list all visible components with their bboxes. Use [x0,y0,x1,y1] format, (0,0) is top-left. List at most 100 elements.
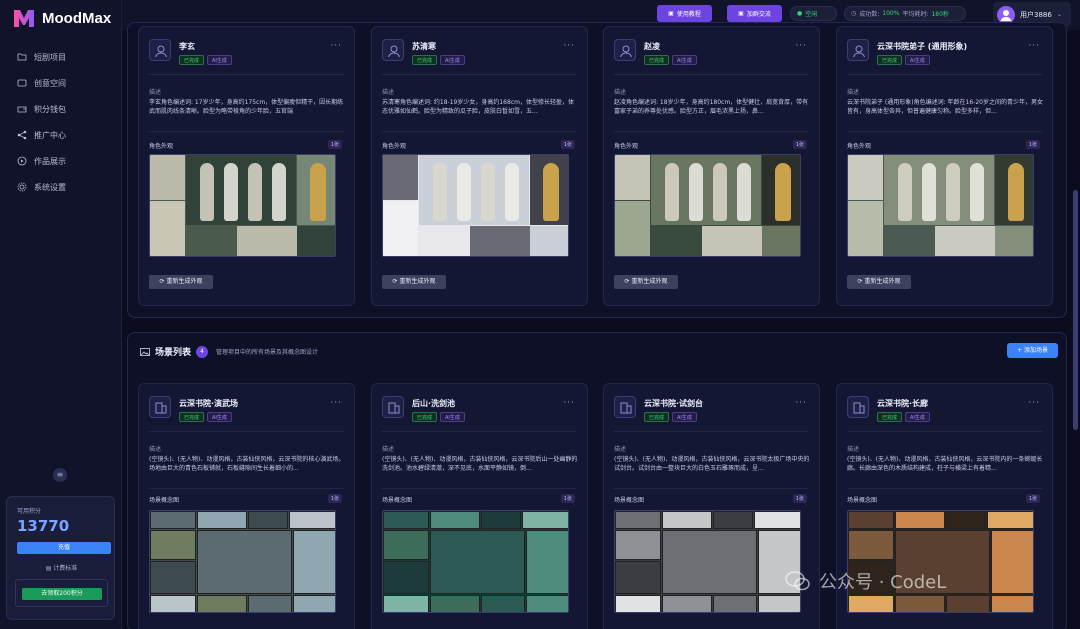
character-card[interactable]: 云深书院弟子 (通用形象) 已完成 AI生成 ··· 描述 云深书院弟子 (通用形象)角色… [836,26,1053,306]
figure-silhouette [775,163,791,221]
sidebar-item-promotion[interactable]: 推广中心 [0,122,122,148]
menu-icon[interactable]: ≡ [53,468,67,482]
more-icon[interactable]: ··· [563,398,575,408]
gear-icon [17,182,27,192]
credits-label: 可用积分 [17,508,42,515]
regenerate-label: 重新生成外观 [399,278,436,285]
pricing-rule-link[interactable]: ▤ 计费标准 [7,563,116,572]
character-sheet-image[interactable] [149,154,336,257]
more-icon[interactable]: ··· [1028,398,1040,408]
more-icon[interactable]: ··· [795,41,807,51]
claim-box: 去领取200积分 [15,579,108,607]
image-count-badge: 1张 [792,140,807,149]
scrollbar[interactable] [1073,190,1078,430]
sidebar-item-label: 创意空间 [34,78,66,88]
figure-silhouette [1008,163,1024,221]
character-sheet-image[interactable] [614,154,801,257]
image-tile [762,226,800,256]
status-label: 空闲 [805,11,818,18]
watermark: 公众号 · CodeL [785,568,946,594]
image-tile [150,201,185,256]
user-icon [382,39,404,61]
character-card[interactable]: 苏清寒 已完成 AI生成 ··· 描述 苏清寒角色编述词: 约18-19岁少女，身高约16… [371,26,588,306]
user-name: 用户3886 [1020,10,1052,19]
description-label: 描述 [382,446,395,453]
sidebar-item-creative[interactable]: 创意空间 [0,70,122,96]
add-scene-button[interactable]: + 添加场景 [1007,343,1058,358]
character-sheet-image[interactable] [847,154,1034,257]
status-tag: 已完成 [877,55,903,65]
more-icon[interactable]: ··· [1028,41,1040,51]
divider [614,488,809,489]
scene-concept-image[interactable] [382,510,569,613]
app-name: MoodMax [42,9,112,27]
credits-panel: 可用积分 13770 充值 ▤ 计费标准 去领取200积分 [6,496,115,620]
figure-silhouette [922,163,936,221]
more-icon[interactable]: ··· [563,41,575,51]
join-group-label: 加群交流 [746,11,771,18]
recharge-button[interactable]: 充值 [17,542,111,554]
image-tile [991,530,1033,594]
book-icon: ▣ [668,10,674,17]
folder-icon [17,53,27,61]
image-tile [430,530,525,594]
divider [614,431,809,432]
figure-silhouette [272,163,286,221]
divider [149,488,344,489]
more-icon[interactable]: ··· [330,398,342,408]
divider [382,488,577,489]
sidebar-item-settings[interactable]: 系统设置 [0,174,122,200]
image-tile [662,530,757,594]
divider [847,488,1042,489]
description-label: 描述 [614,89,627,96]
wallet-icon [17,106,27,113]
character-card[interactable]: 赵凌 已完成 AI生成 ··· 描述 赵凌角色编述词: 18岁少年，身高约180cm，体型… [603,26,820,306]
image-tile [848,511,894,529]
appearance-label: 角色外观 [614,143,639,150]
claim-credits-button[interactable]: 去领取200积分 [22,588,102,600]
regenerate-button[interactable]: ⟳ 重新生成外观 [847,275,911,289]
scene-concept-image[interactable] [614,510,801,613]
sidebar-item-wallet[interactable]: 积分钱包 [0,96,122,122]
status-tag: 已完成 [179,55,205,65]
image-tile [197,530,292,594]
divider [847,74,1042,75]
characters-panel: 李玄 已完成 AI生成 ··· 描述 李玄角色编述词: 17岁少年，身高约175cm，体型… [127,22,1067,318]
figure-silhouette [481,163,495,221]
sidebar-nav: 短剧项目 创意空间 积分钱包 推广中心 作品展示 系统设置 [0,44,122,200]
divider [382,431,577,432]
tutorial-button[interactable]: ▣ 使用教程 [657,5,712,22]
scene-concept-image[interactable] [847,510,1034,613]
figure-silhouette [713,163,727,221]
description-text: (空镜头)、(无人物)、动漫风格，古装仙侠风格，云深书院的核心演武场。场地由巨大… [149,456,345,472]
scene-concept-image[interactable] [149,510,336,613]
more-icon[interactable]: ··· [795,398,807,408]
more-icon[interactable]: ··· [330,41,342,51]
character-sheet-image[interactable] [382,154,569,257]
chevron-down-icon: ⌄ [1056,11,1062,18]
image-tile [526,595,568,612]
app-logo[interactable]: MoodMax [12,7,111,29]
regenerate-label: 重新生成外观 [864,278,901,285]
join-group-button[interactable]: ▣ 加群交流 [727,5,782,22]
tag-group: 已完成 AI生成 [179,55,232,65]
image-tile [150,511,196,529]
share-icon [17,130,27,140]
regenerate-button[interactable]: ⟳ 重新生成外观 [149,275,213,289]
sidebar-item-showcase[interactable]: 作品展示 [0,148,122,174]
sidebar-item-projects[interactable]: 短剧项目 [0,44,122,70]
sidebar-item-label: 积分钱包 [34,104,66,114]
character-card[interactable]: 李玄 已完成 AI生成 ··· 描述 李玄角色编述词: 17岁少年，身高约175cm，体型… [138,26,355,306]
image-count-badge: 1张 [1025,140,1040,149]
scene-card[interactable]: 云深书院·演武场 已完成 AI生成 ··· 描述 (空镜头)、(无人物)、动漫风格，古装仙… [138,383,355,629]
regenerate-button[interactable]: ⟳ 重新生成外观 [382,275,446,289]
image-tile [383,511,429,529]
card-title: 云深书院弟子 (通用形象) [877,42,968,51]
divider [149,74,344,75]
divider [847,431,1042,432]
image-tile [530,226,568,256]
scene-card[interactable]: 后山·洗剑池 已完成 AI生成 ··· 描述 (空镜头)、(无人物)、动漫风格，古装仙侠风… [371,383,588,629]
regenerate-button[interactable]: ⟳ 重新生成外观 [614,275,678,289]
description-label: 描述 [382,89,395,96]
ai-tag: AI生成 [905,412,930,422]
